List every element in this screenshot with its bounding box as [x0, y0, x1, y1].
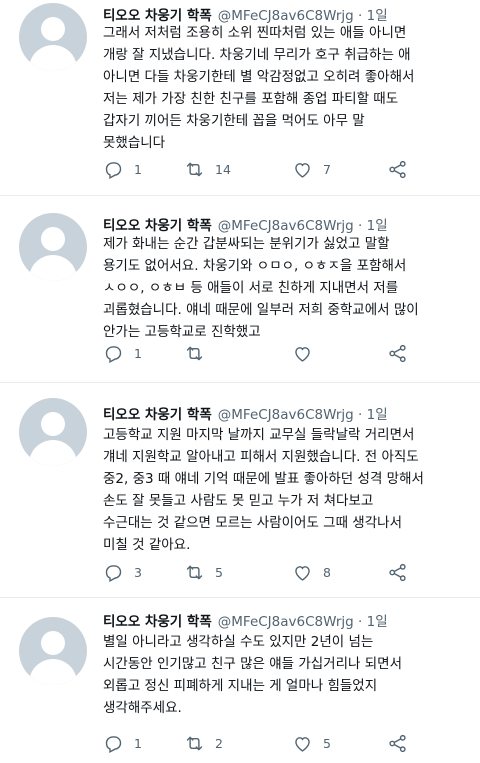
like-button[interactable]: 5 [292, 733, 331, 754]
reply-icon [105, 736, 122, 753]
reply-count: 1 [134, 736, 142, 751]
tweet-line: 생각해주세요. [103, 700, 182, 716]
reply-count: 1 [134, 346, 142, 361]
retweet-icon [186, 346, 203, 361]
like-count: 5 [323, 736, 331, 751]
divider [0, 195, 480, 196]
tweet-actions: 1 [103, 343, 433, 369]
tweet-header: 티오오 차웅기 학폭 @MFeCJ8av6C8Wrjg · 1일 [103, 214, 388, 234]
user-handle[interactable]: @MFeCJ8av6C8Wrjg [218, 218, 354, 234]
share-button[interactable] [387, 159, 408, 180]
like-button[interactable] [292, 343, 323, 364]
tweet-line: 못했습니다 [103, 135, 166, 151]
timestamp[interactable]: · 1일 [358, 218, 388, 234]
tweet-actions: 1 14 7 [103, 159, 433, 185]
divider [0, 597, 480, 598]
share-icon [389, 344, 406, 363]
avatar[interactable] [19, 398, 87, 466]
tweet-actions: 1 2 5 [103, 733, 433, 759]
avatar[interactable] [19, 617, 87, 685]
tweet-actions: 3 5 8 [103, 562, 433, 588]
retweet-count: 14 [215, 162, 231, 177]
tweet-line: 미칠 것 같아요. [103, 537, 191, 553]
timestamp[interactable]: · 1일 [358, 614, 388, 630]
avatar[interactable] [19, 3, 87, 71]
tweet-line: 고등학교 지원 마지막 날까지 교무실 들락날락 거리면서 [103, 427, 415, 443]
tweet-line: 그래서 저처럼 조용히 소위 찐따처럼 있는 애들 아니면 [103, 25, 407, 41]
share-icon [389, 563, 406, 582]
tweet-line: 별일 아니라고 생각하실 수도 있지만 2년이 넘는 [103, 634, 374, 650]
like-button[interactable]: 8 [292, 562, 331, 583]
tweet-line: 손도 잘 못들고 사람도 못 믿고 누가 저 쳐다보고 [103, 493, 374, 509]
share-icon [389, 160, 406, 179]
tweet-line: 개랑 잘 지냈습니다. 차웅기네 무리가 호구 취급하는 애 [103, 47, 411, 63]
avatar[interactable] [19, 213, 87, 281]
reply-button[interactable]: 1 [103, 343, 142, 364]
heart-icon [295, 347, 310, 362]
tweet-line: 안가는 고등학교로 진학했고 [103, 324, 261, 340]
reply-button[interactable]: 1 [103, 733, 142, 754]
like-count: 7 [323, 162, 331, 177]
reply-count: 1 [134, 162, 142, 177]
display-name[interactable]: 티오오 차웅기 학폭 [103, 614, 212, 630]
display-name[interactable]: 티오오 차웅기 학폭 [103, 218, 212, 234]
reply-button[interactable]: 1 [103, 159, 142, 180]
tweet-line: 갑자기 끼어든 차웅기한테 꼽을 먹어도 아무 말 [103, 113, 365, 129]
retweet-button[interactable]: 5 [184, 562, 223, 583]
retweet-button[interactable]: 14 [184, 159, 231, 180]
timestamp[interactable]: · 1일 [358, 407, 388, 423]
tweet-line: 시간동안 인기많고 친구 많은 얘들 가십거리나 되면서 [103, 656, 402, 672]
heart-icon [295, 163, 310, 178]
divider [0, 382, 480, 383]
user-handle[interactable]: @MFeCJ8av6C8Wrjg [218, 407, 354, 423]
tweet-text: 제가 화내는 순간 갑분싸되는 분위기가 싫었고 말할 용기도 없어서요. 차웅… [103, 233, 463, 343]
like-button[interactable]: 7 [292, 159, 331, 180]
tweet-line: 아니면 다들 차웅기한테 별 악감정없고 오히려 좋아해서 [103, 69, 415, 85]
tweet-line: 괴롭혔습니다. 얘네 때문에 일부러 저희 중학교에서 많이 [103, 302, 419, 318]
retweet-button[interactable]: 2 [184, 733, 223, 754]
retweet-count: 2 [215, 736, 223, 751]
tweet-header: 티오오 차웅기 학폭 @MFeCJ8av6C8Wrjg · 1일 [103, 4, 388, 24]
heart-icon [295, 566, 310, 581]
heart-icon [295, 737, 310, 752]
reply-icon [105, 346, 122, 363]
reply-button[interactable]: 3 [103, 562, 142, 583]
tweet-line: 외롭고 정신 피폐하게 지내는 게 얼마나 힘들었지 [103, 678, 378, 694]
retweet-icon [186, 565, 203, 580]
tweet-line: 저는 제가 가장 친한 친구를 포함해 종업 파티할 때도 [103, 91, 399, 107]
reply-icon [105, 565, 122, 582]
tweet-line: ㅅㅇㅇ, ㅇㅎㅂ 등 애들이 서로 친하게 지내면서 저를 [103, 280, 399, 296]
share-button[interactable] [387, 733, 408, 754]
share-button[interactable] [387, 343, 408, 364]
tweet-line: 수근대는 것 같으면 모르는 사람이어도 그때 생각나서 [103, 515, 402, 531]
retweet-icon [186, 162, 203, 177]
tweet-text: 별일 아니라고 생각하실 수도 있지만 2년이 넘는 시간동안 인기많고 친구 … [103, 631, 463, 719]
share-icon [389, 734, 406, 753]
tweet-line: 중2, 중3 때 얘네 기억 때문에 발표 좋아하던 성격 망해서 [103, 471, 424, 487]
tweet-text: 그래서 저처럼 조용히 소위 찐따처럼 있는 애들 아니면 개랑 잘 지냈습니다… [103, 22, 463, 154]
share-button[interactable] [387, 562, 408, 583]
tweet-line: 걔네 지원학교 알아내고 피해서 지원했습니다. 전 아직도 [103, 449, 419, 465]
retweet-button[interactable] [184, 343, 215, 364]
tweet-header: 티오오 차웅기 학폭 @MFeCJ8av6C8Wrjg · 1일 [103, 610, 388, 630]
retweet-count: 5 [215, 565, 223, 580]
reply-icon [105, 162, 122, 179]
retweet-icon [186, 736, 203, 751]
tweet-header: 티오오 차웅기 학폭 @MFeCJ8av6C8Wrjg · 1일 [103, 403, 388, 423]
user-handle[interactable]: @MFeCJ8av6C8Wrjg [218, 614, 354, 630]
like-count: 8 [323, 565, 331, 580]
tweet-text: 고등학교 지원 마지막 날까지 교무실 들락날락 거리면서 걔네 지원학교 알아… [103, 424, 463, 556]
tweet-line: 용기도 없어서요. 차웅기와 ㅇㅁㅇ, ㅇㅎㅈ을 포함해서 [103, 258, 407, 274]
tweet-line: 제가 화내는 순간 갑분싸되는 분위기가 싫었고 말할 [103, 236, 390, 252]
display-name[interactable]: 티오오 차웅기 학폭 [103, 407, 212, 423]
reply-count: 3 [134, 565, 142, 580]
